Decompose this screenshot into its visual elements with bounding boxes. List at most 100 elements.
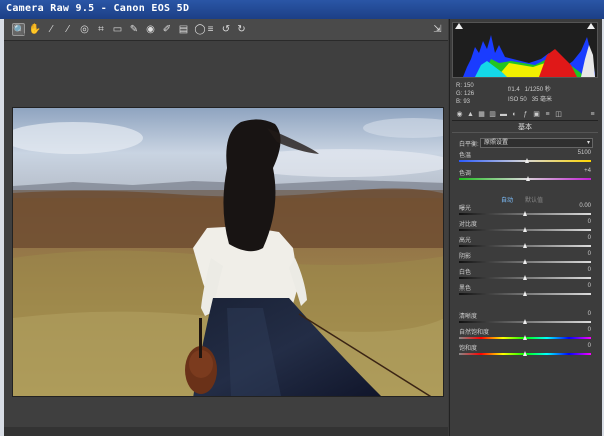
white-balance-row: 白平衡: 原照设置 ▾ bbox=[459, 138, 595, 149]
temperature-slider-row: 色温 5100 bbox=[459, 150, 595, 167]
shadows-label: 阴影 bbox=[459, 254, 472, 260]
brush-icon: ✐ bbox=[162, 24, 172, 35]
rotate-left-tool-button[interactable]: ↺ bbox=[220, 23, 233, 36]
rotate-right-icon: ↻ bbox=[237, 24, 246, 35]
exposure-value[interactable]: 0.00 bbox=[579, 203, 591, 209]
contrast-slider-row: 对比度 0 bbox=[459, 219, 595, 236]
menu-icon: ≡ bbox=[590, 111, 595, 118]
eye-icon: ◉ bbox=[146, 24, 155, 35]
tab-detail[interactable]: ▦ bbox=[477, 110, 486, 119]
blacks-slider-row: 黑色 0 bbox=[459, 283, 595, 300]
b-value: 93 bbox=[463, 99, 471, 105]
blacks-value[interactable]: 0 bbox=[588, 283, 591, 289]
clarity-value[interactable]: 0 bbox=[588, 311, 591, 317]
zoom-tool-button[interactable]: 🔍 bbox=[12, 23, 25, 36]
shadows-value[interactable]: 0 bbox=[588, 251, 591, 257]
tint-value[interactable]: +4 bbox=[584, 168, 591, 174]
color-sampler-tool-button[interactable]: ⁄ bbox=[62, 23, 75, 36]
red-eye-tool-button[interactable]: ◉ bbox=[144, 23, 157, 36]
shadows-slider-row: 阴影 0 bbox=[459, 251, 595, 268]
search-icon: 🔍 bbox=[13, 25, 26, 36]
section-title: 基本 bbox=[452, 122, 598, 133]
window-title: Camera Raw 9.5 - Canon EOS 5D bbox=[6, 3, 190, 14]
tone-curve-icon: ▲ bbox=[467, 111, 474, 118]
tab-basic[interactable]: ◉ bbox=[455, 110, 464, 119]
spot-removal-tool-button[interactable]: ✎ bbox=[128, 23, 141, 36]
contrast-label: 对比度 bbox=[459, 222, 478, 228]
tab-tone-curve[interactable]: ▲ bbox=[466, 110, 475, 119]
tab-hsl[interactable]: ▥ bbox=[488, 110, 497, 119]
photo-preview[interactable] bbox=[12, 107, 444, 397]
clarity-slider-thumb[interactable] bbox=[522, 319, 527, 324]
tint-slider-row: 色调 +4 bbox=[459, 168, 595, 185]
open-preferences-button[interactable]: ⇲ bbox=[431, 23, 444, 36]
saturation-value[interactable]: 0 bbox=[588, 343, 591, 349]
exposure-slider-thumb[interactable] bbox=[522, 211, 527, 216]
effects-icon: ƒ bbox=[523, 111, 528, 118]
tab-camera-calibration[interactable]: ▣ bbox=[532, 110, 541, 119]
clarity-label: 清晰度 bbox=[459, 314, 478, 320]
presets-icon: ≡ bbox=[545, 111, 550, 118]
basic-icon: ◉ bbox=[456, 111, 463, 118]
vibrance-value[interactable]: 0 bbox=[588, 327, 591, 333]
crop-icon: ⌗ bbox=[98, 24, 104, 35]
target-icon: ◎ bbox=[80, 24, 89, 35]
tab-effects[interactable]: ƒ bbox=[521, 110, 530, 119]
hand-icon: ✋ bbox=[28, 24, 42, 35]
photo-image bbox=[13, 108, 443, 396]
contrast-slider-thumb[interactable] bbox=[522, 227, 527, 232]
highlights-value[interactable]: 0 bbox=[588, 235, 591, 241]
adjustment-brush-tool-button[interactable]: ✐ bbox=[161, 23, 174, 36]
tint-slider[interactable] bbox=[459, 178, 591, 180]
graduated-filter-tool-button[interactable]: ▤ bbox=[177, 23, 190, 36]
highlight-clip-icon[interactable] bbox=[587, 23, 595, 29]
g-label: G: bbox=[456, 91, 463, 97]
blacks-slider-thumb[interactable] bbox=[522, 291, 527, 296]
whites-label: 白色 bbox=[459, 270, 472, 276]
r-value: 150 bbox=[463, 83, 474, 89]
tab-split-toning[interactable]: ▬ bbox=[499, 110, 508, 119]
temperature-label: 色温 bbox=[459, 153, 472, 159]
shutter-value: 1/1250 秒 bbox=[524, 87, 551, 93]
rotate-right-tool-button[interactable]: ↻ bbox=[235, 23, 248, 36]
status-bar bbox=[4, 427, 448, 436]
temperature-slider-thumb[interactable] bbox=[525, 158, 530, 163]
hand-tool-button[interactable]: ✋ bbox=[29, 23, 42, 36]
gradient-icon: ▤ bbox=[178, 24, 189, 35]
aperture-value: f/1.4 bbox=[508, 87, 520, 93]
saturation-slider-thumb[interactable] bbox=[522, 351, 527, 356]
tint-slider-thumb[interactable] bbox=[526, 176, 531, 181]
saturation-slider-row: 饱和度 0 bbox=[459, 343, 595, 360]
panel-menu-button[interactable]: ≡ bbox=[588, 110, 597, 119]
tab-presets[interactable]: ≡ bbox=[543, 110, 552, 119]
straighten-tool-button[interactable]: ▭ bbox=[111, 23, 124, 36]
preferences-icon: ⇲ bbox=[433, 24, 442, 35]
whites-slider-row: 白色 0 bbox=[459, 267, 595, 284]
snapshots-icon: ◫ bbox=[555, 111, 562, 118]
white-balance-tool-button[interactable]: ⁄ bbox=[45, 23, 58, 36]
brush-icon: ✎ bbox=[129, 24, 139, 35]
clarity-slider-row: 清晰度 0 bbox=[459, 311, 595, 328]
exposure-slider-row: 曝光 0.00 bbox=[459, 203, 595, 220]
shadow-clip-icon[interactable] bbox=[455, 23, 463, 29]
chevron-down-icon: ▾ bbox=[586, 140, 590, 146]
highlights-slider-thumb[interactable] bbox=[522, 243, 527, 248]
histogram-graph bbox=[463, 35, 595, 77]
crop-tool-button[interactable]: ⌗ bbox=[95, 23, 108, 36]
tab-snapshots[interactable]: ◫ bbox=[554, 110, 563, 119]
contrast-value[interactable]: 0 bbox=[588, 219, 591, 225]
preferences-list-tool-button[interactable]: ≡ bbox=[204, 23, 217, 36]
targeted-adjustment-tool-button[interactable]: ◎ bbox=[78, 23, 91, 36]
whites-value[interactable]: 0 bbox=[588, 267, 591, 273]
vibrance-slider-thumb[interactable] bbox=[522, 335, 527, 340]
whites-slider-thumb[interactable] bbox=[522, 275, 527, 280]
temperature-value[interactable]: 5100 bbox=[578, 150, 591, 156]
white-balance-select[interactable]: 原照设置 ▾ bbox=[480, 138, 593, 148]
shadows-slider-thumb[interactable] bbox=[522, 259, 527, 264]
toolbar: 🔍 ✋ ⁄ ⁄ ◎ ⌗ ▭ ✎ ◉ ✐ ▤ ◯ ≡ ↺ ↻ ⇲ bbox=[4, 19, 448, 41]
vibrance-label: 自然饱和度 bbox=[459, 330, 490, 336]
tab-lens[interactable]: ◐ bbox=[510, 110, 519, 119]
panel-tabs: ◉ ▲ ▦ ▥ ▬ ◐ ƒ ▣ ≡ ◫ ≡ bbox=[452, 110, 598, 121]
blacks-label: 黑色 bbox=[459, 286, 472, 292]
histogram bbox=[452, 22, 598, 78]
